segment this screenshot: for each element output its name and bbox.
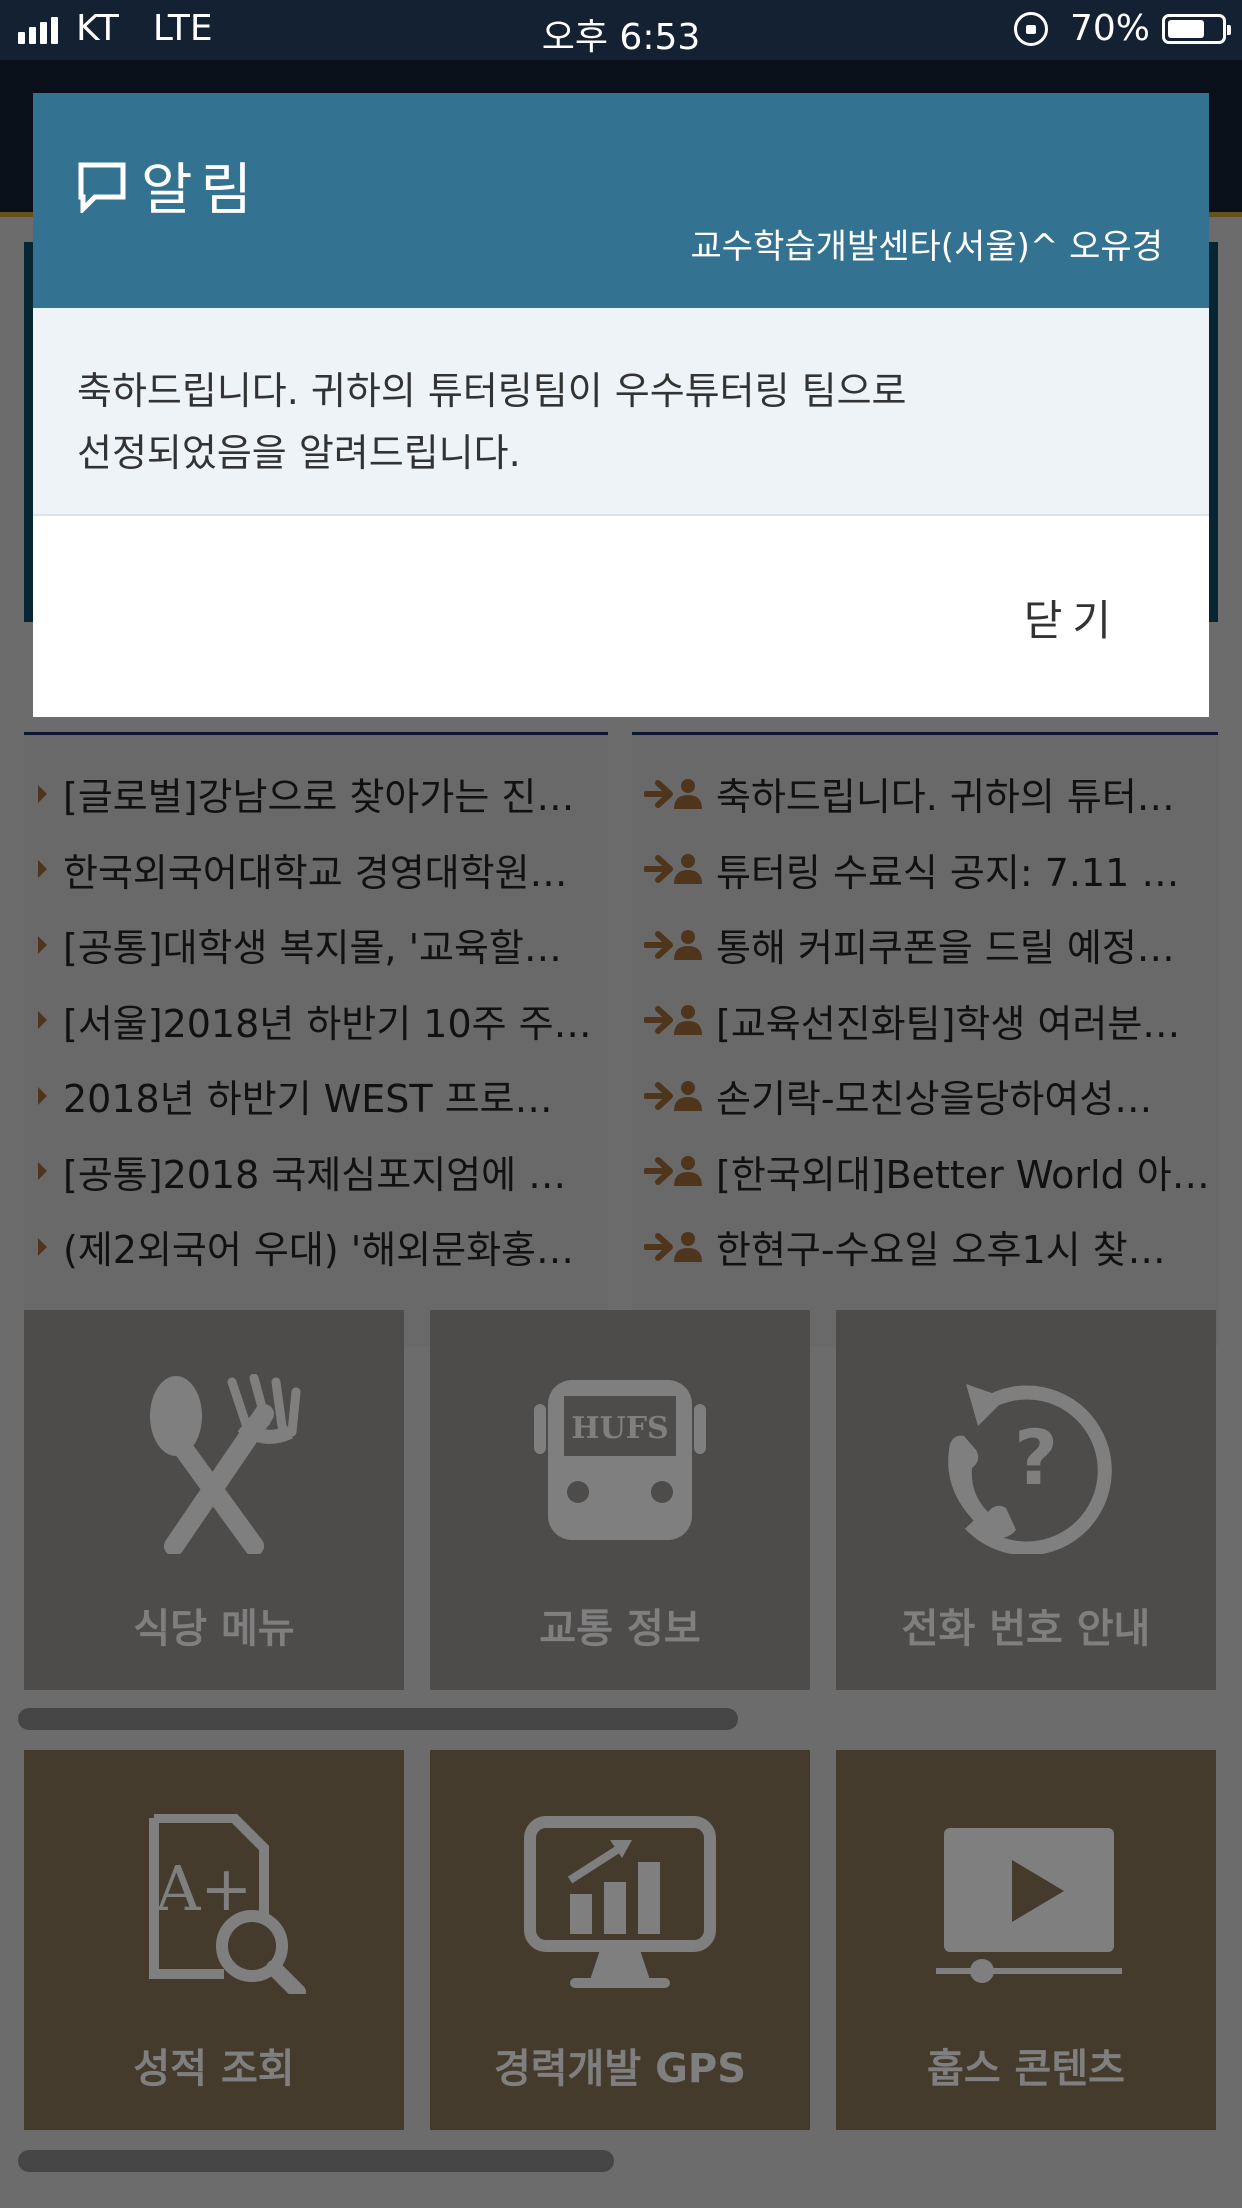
dialog-title-text: 알림 <box>141 158 261 223</box>
chat-bubble-icon <box>78 162 126 213</box>
dialog-footer: 닫기 <box>33 516 1209 717</box>
notification-dialog: 알림 교수학습개발센타(서울)^ 오유경 축하드립니다. 귀하의 튜터링팀이 우… <box>33 93 1209 717</box>
battery-percent: 70% <box>1069 8 1150 49</box>
dialog-sender: 교수학습개발센타(서울)^ 오유경 <box>690 227 1163 267</box>
dialog-message-line1: 축하드립니다. 귀하의 튜터링팀이 우수튜터링 팀으로 <box>77 369 907 413</box>
dialog-header: 알림 교수학습개발센타(서울)^ 오유경 <box>33 93 1209 308</box>
dialog-body: 축하드립니다. 귀하의 튜터링팀이 우수튜터링 팀으로 선정되었음을 알려드립니… <box>33 308 1209 516</box>
battery-icon <box>1162 13 1231 44</box>
status-bar: KT LTE 오후 6:53 70% <box>0 0 1242 60</box>
dialog-title: 알림 <box>75 145 260 226</box>
rotation-lock-icon <box>1013 11 1048 46</box>
dialog-message-line2: 선정되었음을 알려드립니다. <box>77 431 521 475</box>
close-button[interactable]: 닫기 <box>1018 586 1127 649</box>
